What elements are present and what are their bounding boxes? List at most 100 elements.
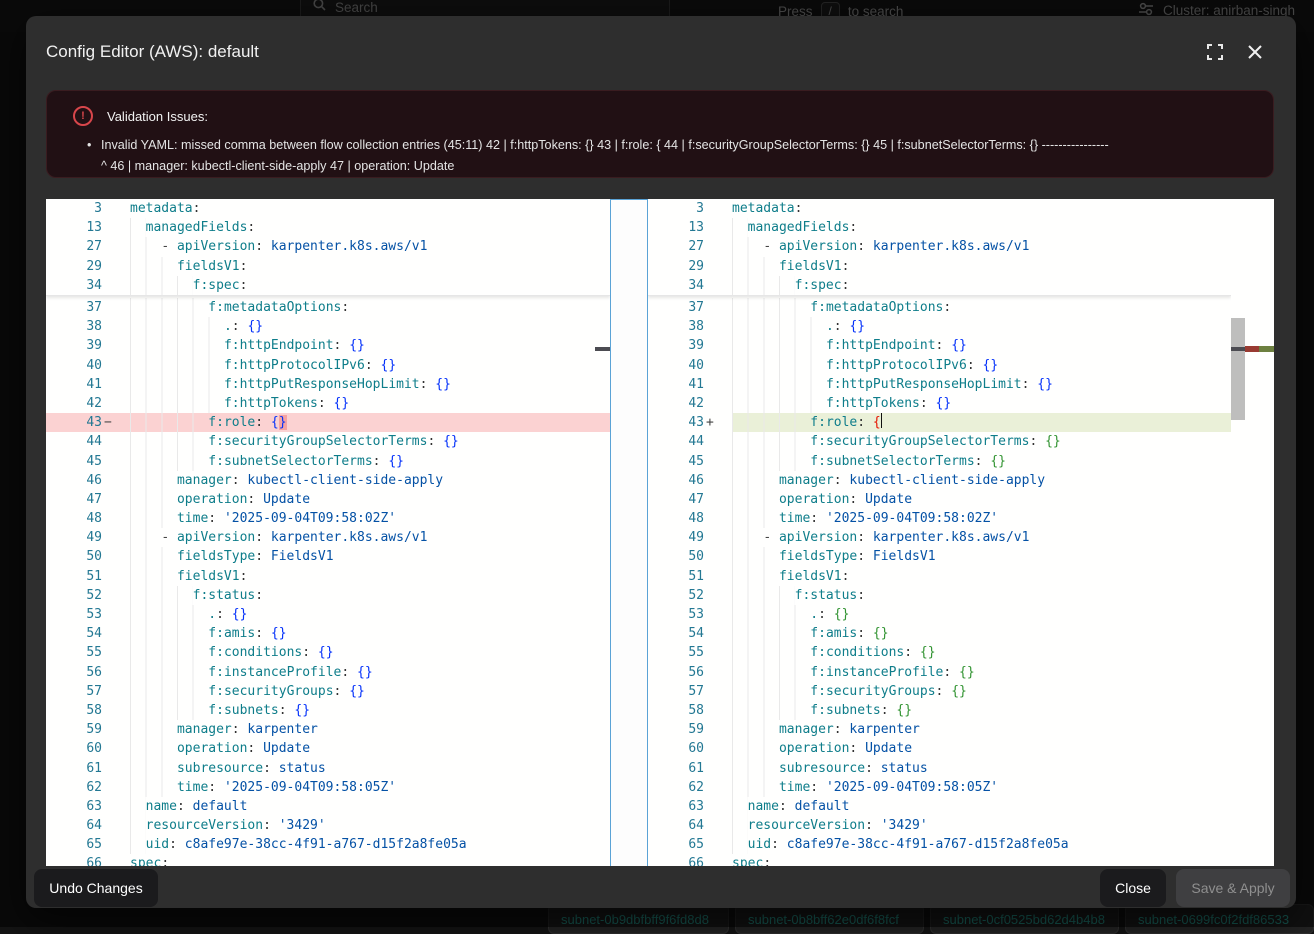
code-line[interactable]: 58f:subnets: {} [648, 701, 1231, 720]
code-content[interactable]: 37f:metadataOptions:38.: {}39f:httpEndpo… [648, 295, 1231, 866]
code-line[interactable]: 57f:securityGroups: {} [46, 682, 610, 701]
code-line[interactable]: 62time: '2025-09-04T09:58:05Z' [648, 778, 1231, 797]
code-line[interactable]: 65uid: c8afe97e-38cc-4f91-a767-d15f2a8fe… [648, 835, 1231, 854]
code-line[interactable]: 43−f:role: {} [46, 413, 610, 432]
sticky-scroll-header[interactable]: 3metadata:13managedFields:27- apiVersion… [46, 199, 610, 296]
code-line[interactable]: 13managedFields: [648, 218, 1231, 237]
line-number[interactable]: 54 [46, 624, 102, 643]
line-number[interactable]: 34 [648, 276, 704, 295]
code-line[interactable]: 57f:securityGroups: {} [648, 682, 1231, 701]
line-number[interactable]: 41 [648, 375, 704, 394]
line-number[interactable]: 61 [46, 759, 102, 778]
code-line[interactable]: 38.: {} [648, 317, 1231, 336]
line-number[interactable]: 29 [648, 257, 704, 276]
line-number[interactable]: 51 [648, 567, 704, 586]
diff-editor-original-pane[interactable]: 37f:metadataOptions:38.: {}39f:httpEndpo… [46, 199, 610, 866]
code-line[interactable]: 34f:spec: [648, 276, 1231, 295]
line-number[interactable]: 46 [648, 471, 704, 490]
code-line[interactable]: 51fieldsV1: [648, 567, 1231, 586]
code-line[interactable]: 40f:httpProtocolIPv6: {} [46, 356, 610, 375]
code-line[interactable]: 39f:httpEndpoint: {} [648, 336, 1231, 355]
line-number[interactable]: 53 [46, 605, 102, 624]
code-line[interactable]: 45f:subnetSelectorTerms: {} [46, 452, 610, 471]
line-number[interactable]: 44 [46, 432, 102, 451]
code-line[interactable]: 27- apiVersion: karpenter.k8s.aws/v1 [648, 237, 1231, 256]
code-line[interactable]: 42f:httpTokens: {} [46, 394, 610, 413]
line-number[interactable]: 46 [46, 471, 102, 490]
line-number[interactable]: 49 [648, 528, 704, 547]
line-number[interactable]: 45 [648, 452, 704, 471]
code-line[interactable]: 13managedFields: [46, 218, 610, 237]
code-line[interactable]: 64resourceVersion: '3429' [46, 816, 610, 835]
code-line[interactable]: 29fieldsV1: [648, 257, 1231, 276]
line-number[interactable]: 60 [46, 739, 102, 758]
line-number[interactable]: 49 [46, 528, 102, 547]
code-line[interactable]: 37f:metadataOptions: [46, 298, 610, 317]
code-line[interactable]: 46manager: kubectl-client-side-apply [46, 471, 610, 490]
line-number[interactable]: 50 [648, 547, 704, 566]
code-line[interactable]: 55f:conditions: {} [46, 643, 610, 662]
line-number[interactable]: 48 [648, 509, 704, 528]
code-line[interactable]: 41f:httpPutResponseHopLimit: {} [648, 375, 1231, 394]
diff-editor-sash[interactable] [610, 199, 648, 866]
code-line[interactable]: 40f:httpProtocolIPv6: {} [648, 356, 1231, 375]
code-line[interactable]: 37f:metadataOptions: [648, 298, 1231, 317]
code-line[interactable]: 39f:httpEndpoint: {} [46, 336, 610, 355]
code-line[interactable]: 50fieldsType: FieldsV1 [46, 547, 610, 566]
code-line[interactable]: 52f:status: [648, 586, 1231, 605]
code-line[interactable]: 48time: '2025-09-04T09:58:02Z' [648, 509, 1231, 528]
line-number[interactable]: 65 [648, 835, 704, 854]
line-number[interactable]: 62 [648, 778, 704, 797]
line-number[interactable]: 37 [648, 298, 704, 317]
close-icon[interactable] [1246, 43, 1266, 63]
line-number[interactable]: 55 [648, 643, 704, 662]
fullscreen-icon[interactable] [1206, 43, 1226, 63]
code-line[interactable]: 41f:httpPutResponseHopLimit: {} [46, 375, 610, 394]
line-number[interactable]: 42 [46, 394, 102, 413]
line-number[interactable]: 3 [648, 199, 704, 218]
line-number[interactable]: 52 [648, 586, 704, 605]
line-number[interactable]: 48 [46, 509, 102, 528]
code-line[interactable]: 53.: {} [46, 605, 610, 624]
line-number[interactable]: 58 [648, 701, 704, 720]
code-line[interactable]: 50fieldsType: FieldsV1 [648, 547, 1231, 566]
code-line[interactable]: 66spec: [648, 854, 1231, 866]
line-number[interactable]: 45 [46, 452, 102, 471]
line-number[interactable]: 57 [46, 682, 102, 701]
code-line[interactable]: 63name: default [46, 797, 610, 816]
line-number[interactable]: 29 [46, 257, 102, 276]
code-line[interactable]: 61subresource: status [46, 759, 610, 778]
line-number[interactable]: 3 [46, 199, 102, 218]
code-line[interactable]: 43+f:role: { [648, 413, 1231, 432]
undo-changes-button[interactable]: Undo Changes [34, 869, 158, 907]
code-line[interactable]: 49- apiVersion: karpenter.k8s.aws/v1 [46, 528, 610, 547]
line-number[interactable]: 27 [648, 237, 704, 256]
line-number[interactable]: 64 [46, 816, 102, 835]
line-number[interactable]: 60 [648, 739, 704, 758]
line-number[interactable]: 44 [648, 432, 704, 451]
code-line[interactable]: 54f:amis: {} [648, 624, 1231, 643]
line-number[interactable]: 61 [648, 759, 704, 778]
code-line[interactable]: 61subresource: status [648, 759, 1231, 778]
code-line[interactable]: 42f:httpTokens: {} [648, 394, 1231, 413]
line-number[interactable]: 62 [46, 778, 102, 797]
yaml-diff-editor[interactable]: 37f:metadataOptions:38.: {}39f:httpEndpo… [46, 199, 1274, 866]
line-number[interactable]: 56 [648, 663, 704, 682]
line-number[interactable]: 37 [46, 298, 102, 317]
line-number[interactable]: 13 [648, 218, 704, 237]
line-number[interactable]: 50 [46, 547, 102, 566]
line-number[interactable]: 63 [46, 797, 102, 816]
code-line[interactable]: 52f:status: [46, 586, 610, 605]
code-line[interactable]: 49- apiVersion: karpenter.k8s.aws/v1 [648, 528, 1231, 547]
line-number[interactable]: 47 [648, 490, 704, 509]
vertical-scrollbar-slider[interactable] [1231, 318, 1245, 420]
code-line[interactable]: 60operation: Update [46, 739, 610, 758]
code-line[interactable]: 44f:securityGroupSelectorTerms: {} [648, 432, 1231, 451]
code-line[interactable]: 3metadata: [46, 199, 610, 218]
code-line[interactable]: 38.: {} [46, 317, 610, 336]
line-number[interactable]: 43 [648, 413, 704, 432]
line-number[interactable]: 39 [648, 336, 704, 355]
line-number[interactable]: 58 [46, 701, 102, 720]
diff-editor-modified-pane[interactable]: 37f:metadataOptions:38.: {}39f:httpEndpo… [648, 199, 1231, 866]
code-line[interactable]: 59manager: karpenter [46, 720, 610, 739]
